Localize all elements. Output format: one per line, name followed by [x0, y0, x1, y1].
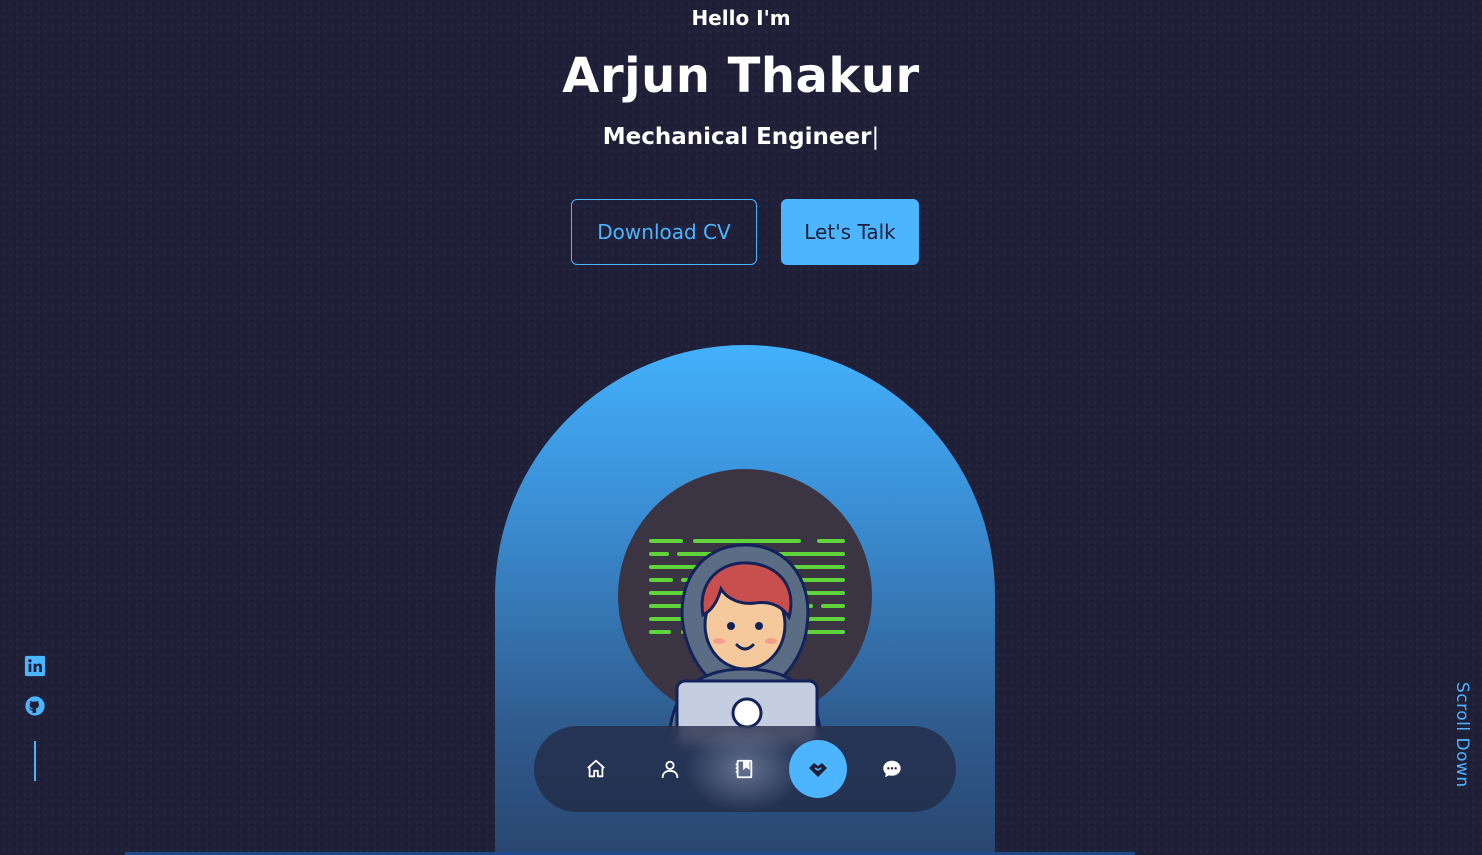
role-subtitle: Mechanical Engineer|: [0, 124, 1482, 150]
linkedin-icon: [24, 655, 46, 677]
nav-experience[interactable]: [715, 740, 773, 798]
lets-talk-button[interactable]: Let's Talk: [781, 199, 919, 265]
role-text: Mechanical Engineer: [602, 124, 872, 150]
social-divider-line: [34, 741, 36, 781]
page-title: Arjun Thakur: [562, 48, 920, 104]
bottom-nav: [534, 726, 956, 812]
social-links: [24, 655, 46, 781]
nav-contact[interactable]: [863, 740, 921, 798]
user-icon: [661, 760, 679, 779]
scroll-down-link[interactable]: Scroll Down: [1452, 682, 1472, 788]
nav-home[interactable]: [567, 740, 625, 798]
github-icon: [25, 696, 45, 716]
book-icon: [735, 759, 753, 779]
cta-buttons: Download CV Let's Talk: [571, 199, 919, 265]
chat-icon: [883, 760, 901, 778]
download-cv-button[interactable]: Download CV: [571, 199, 757, 265]
handshake-icon: [809, 763, 827, 777]
nav-about[interactable]: [641, 740, 699, 798]
nav-services[interactable]: [789, 740, 847, 798]
home-icon: [587, 759, 605, 778]
typing-caret: |: [871, 124, 880, 150]
developer-avatar-illustration: [618, 469, 872, 745]
github-link[interactable]: [24, 695, 46, 717]
linkedin-link[interactable]: [24, 655, 46, 677]
greeting-text: Hello I'm: [691, 6, 791, 30]
